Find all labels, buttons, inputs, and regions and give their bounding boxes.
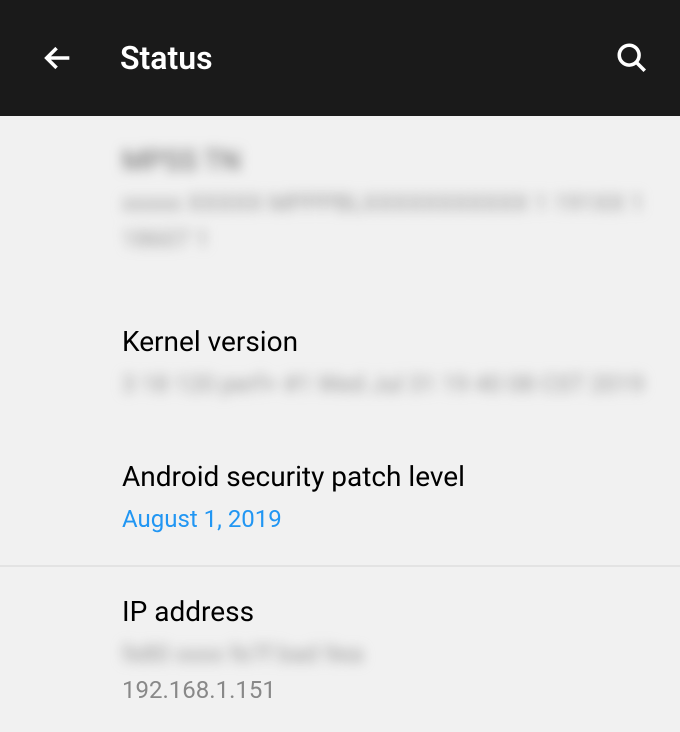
item-value-blurred: xxxxx XXXXX MPPPBLXXXXXXXXXXX 1 191XX 1 … [122,185,680,257]
status-list: MPSS TN xxxxx XXXXX MPPPBLXXXXXXXXXXX 1 … [0,116,680,732]
status-item-kernel-version[interactable]: Kernel version 3 18 120 perf+ #1 Wed Jul… [0,301,680,446]
status-item-ip-address[interactable]: IP address fe80 xxxx fe7f bad 9ea 192.16… [0,567,680,732]
back-arrow-icon [41,41,75,75]
page-title: Status [120,39,213,77]
search-icon [615,41,649,75]
item-title-blurred: MPSS TN [122,144,680,177]
item-value-blurred: 3 18 120 perf+ #1 Wed Jul 31 19 40 08 CS… [122,366,680,402]
header-left: Status [38,38,213,78]
back-button[interactable] [38,38,78,78]
item-title: Android security patch level [122,460,680,493]
item-value-blurred: fe80 xxxx fe7f bad 9ea [122,636,680,672]
app-header: Status [0,0,680,116]
status-item-security-patch[interactable]: Android security patch level August 1, 2… [0,446,680,567]
search-button[interactable] [612,38,652,78]
item-value: 192.168.1.151 [122,672,680,708]
status-item-blurred[interactable]: MPSS TN xxxxx XXXXX MPPPBLXXXXXXXXXXX 1 … [0,116,680,301]
item-title: IP address [122,595,680,628]
item-title: Kernel version [122,325,680,358]
item-value-link: August 1, 2019 [122,501,680,537]
